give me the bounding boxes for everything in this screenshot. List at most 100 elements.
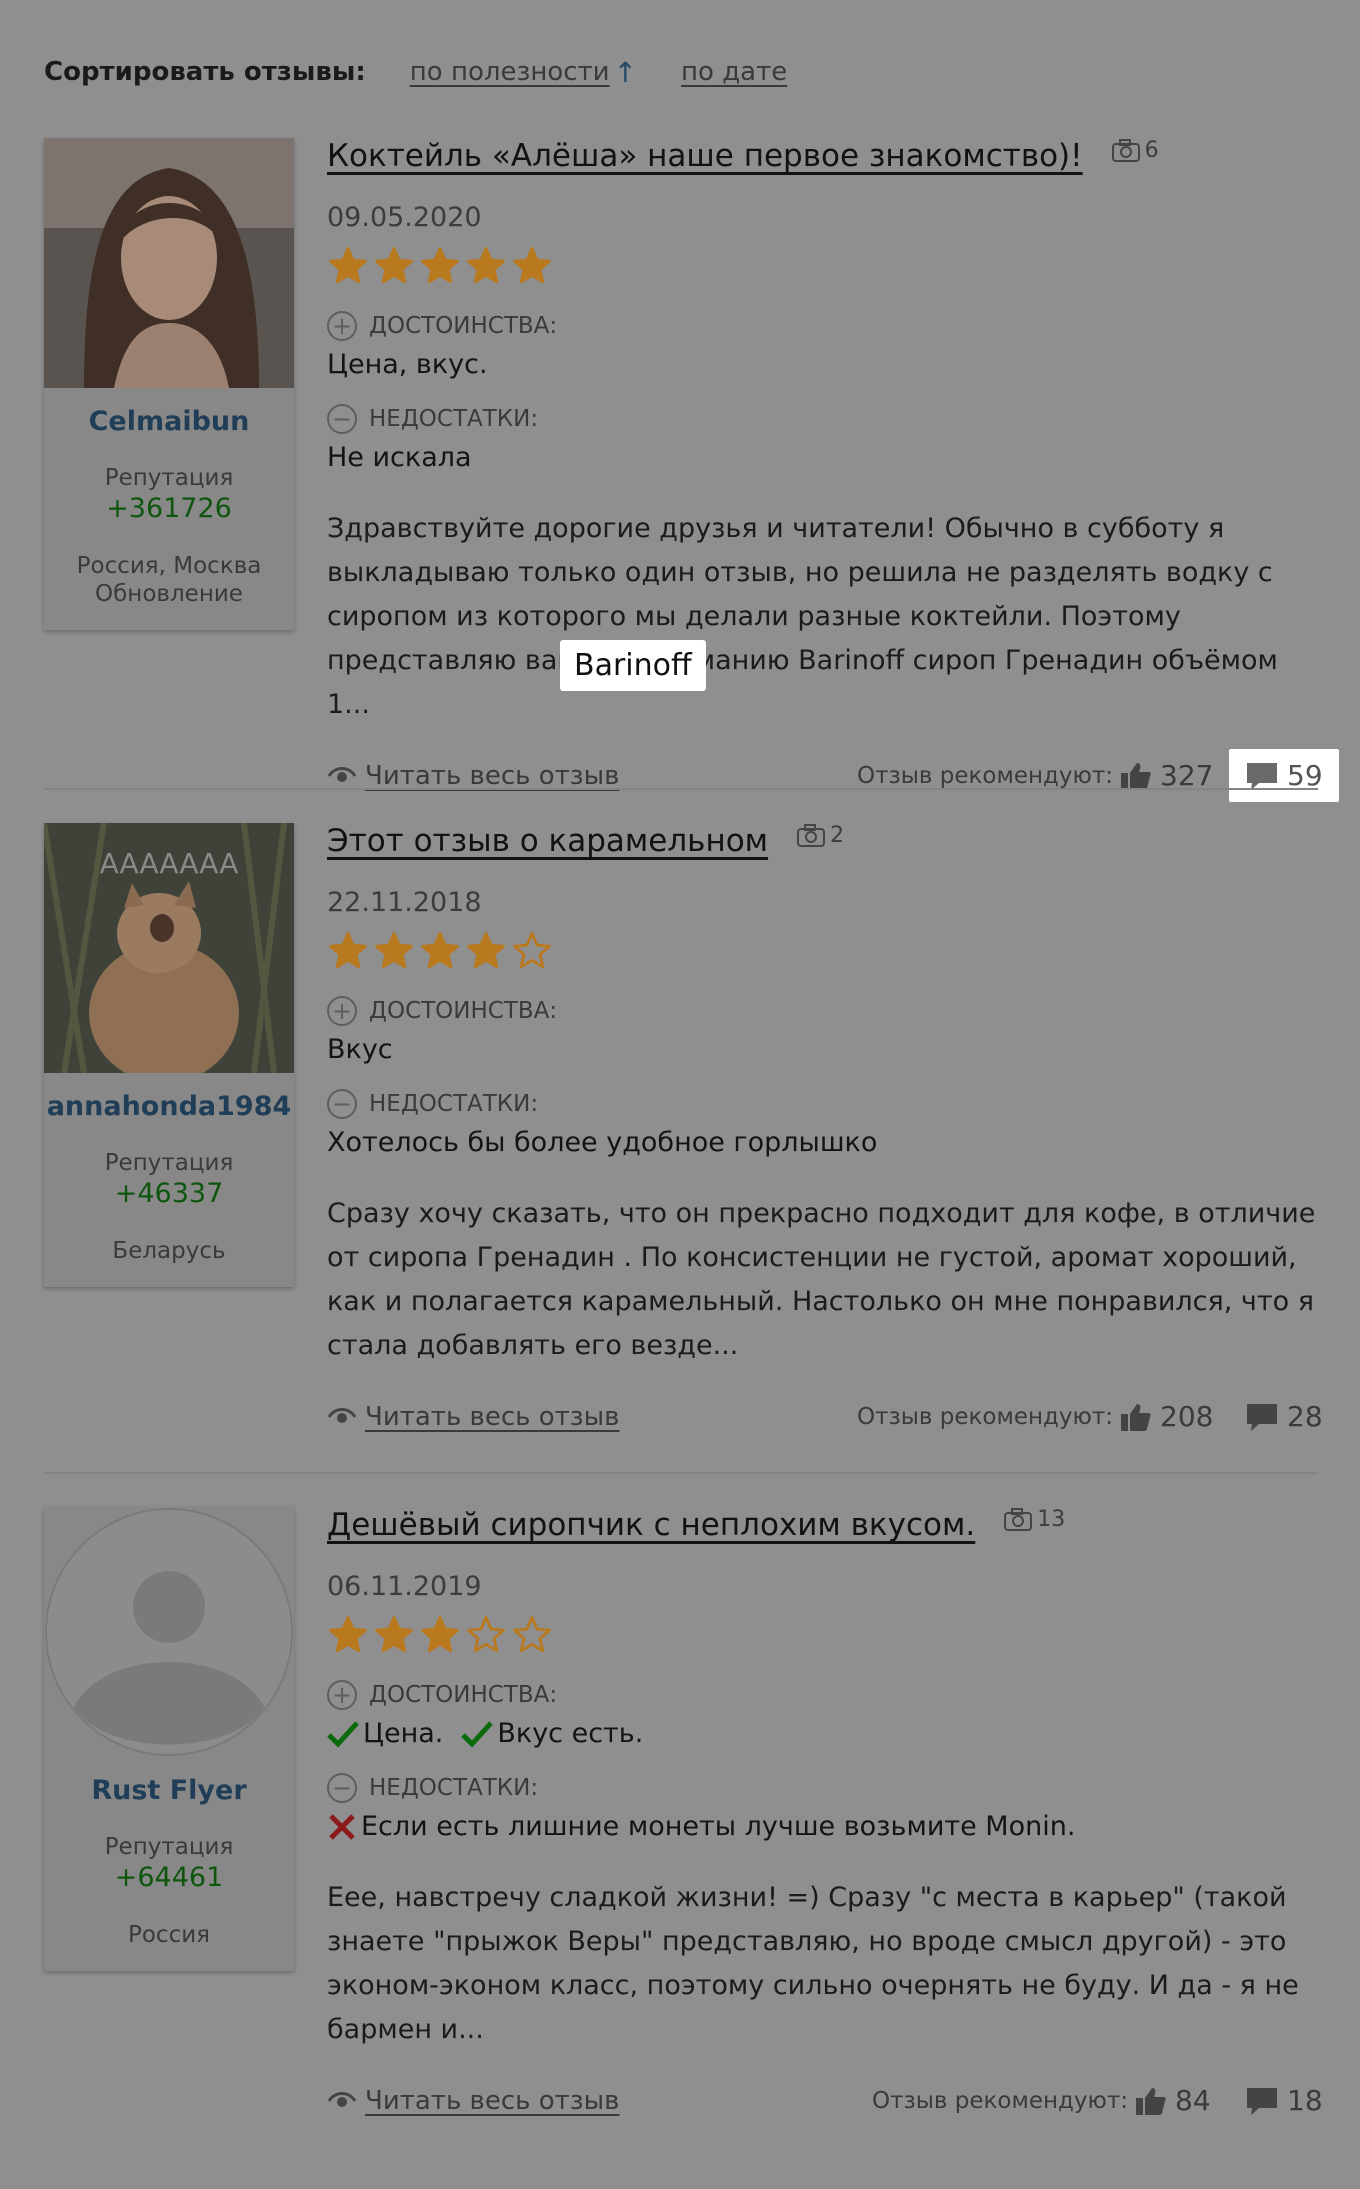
eye-icon bbox=[327, 2092, 357, 2107]
photo-count-value: 2 bbox=[830, 823, 845, 848]
thumbs-up-icon bbox=[1136, 2087, 1166, 2115]
star-empty-icon bbox=[513, 932, 551, 969]
review-title-link[interactable]: Этот отзыв о карамельном bbox=[327, 823, 768, 859]
reputation-value: +361726 bbox=[106, 493, 232, 524]
star-filled-icon bbox=[329, 932, 367, 969]
pros-header: + ДОСТОИНСТВА: bbox=[327, 996, 1317, 1026]
pros-label: ДОСТОИНСТВА: bbox=[369, 1682, 558, 1708]
cons-list: Если есть лишние монеты лучше возьмите M… bbox=[327, 1811, 1317, 1842]
review-title-link[interactable]: Коктейль «Алёша» наше первое знакомство)… bbox=[327, 138, 1083, 174]
star-filled-icon bbox=[421, 932, 459, 969]
read-more-label[interactable]: Читать весь отзыв bbox=[365, 1402, 619, 1432]
reputation-label: Репутация bbox=[104, 465, 234, 491]
review-excerpt: Здравствуйте дорогие друзья и читатели! … bbox=[327, 513, 1278, 720]
pros-text: Цена, вкус. bbox=[327, 349, 488, 380]
reputation-label: Репутация bbox=[104, 1150, 234, 1176]
user-name[interactable]: Rust Flyer bbox=[44, 1775, 294, 1806]
reputation-value: +64461 bbox=[114, 1862, 224, 1893]
eye-icon bbox=[327, 767, 357, 782]
review-date: 06.11.2019 bbox=[327, 1571, 482, 1602]
star-filled-icon bbox=[513, 247, 551, 284]
location-extra-text: Обновление bbox=[95, 581, 243, 607]
pros-item: Цена. bbox=[363, 1718, 444, 1749]
cons-text: Хотелось бы более удобное горлышко bbox=[327, 1127, 878, 1158]
read-more-label[interactable]: Читать весь отзыв bbox=[365, 2086, 619, 2116]
avatar[interactable] bbox=[44, 1507, 294, 1757]
pros-list: Цена. Вкус есть. bbox=[327, 1718, 1317, 1749]
user-location: Беларусь bbox=[44, 1237, 294, 1287]
location-text: Беларусь bbox=[112, 1238, 226, 1264]
location-text: Россия bbox=[127, 1922, 211, 1948]
read-more-link[interactable]: Читать весь отзыв bbox=[327, 1402, 619, 1432]
star-filled-icon bbox=[421, 247, 459, 284]
likes-button[interactable]: 208 bbox=[1120, 1400, 1213, 1433]
user-name[interactable]: annahonda1984 bbox=[44, 1091, 294, 1122]
photo-count-value: 6 bbox=[1144, 138, 1159, 163]
sort-by-usefulness-link[interactable]: по полезности bbox=[410, 57, 610, 87]
review-footer: Читать весь отзыв Отзыв рекомендуют: 208… bbox=[327, 1394, 1323, 1444]
star-empty-icon bbox=[513, 1616, 551, 1653]
user-card: AAAAAAA annahonda1984 Репутация +46337 Б… bbox=[44, 823, 294, 1287]
comment-icon bbox=[1247, 2087, 1277, 2115]
read-more-link[interactable]: Читать весь отзыв bbox=[327, 2086, 619, 2116]
photo-count: 2 bbox=[796, 823, 844, 848]
minus-circle-icon: − bbox=[327, 1089, 357, 1119]
minus-circle-icon: − bbox=[327, 404, 357, 434]
cons-label: НЕДОСТАТКИ: bbox=[369, 1091, 539, 1117]
pros-label: ДОСТОИНСТВА: bbox=[369, 998, 558, 1024]
photo-count-value: 13 bbox=[1037, 1507, 1066, 1532]
comments-button[interactable]: 59 bbox=[1229, 749, 1339, 802]
avatar[interactable]: AAAAAAA bbox=[44, 823, 294, 1073]
review-footer: Читать весь отзыв Отзыв рекомендуют: 84 … bbox=[327, 2078, 1323, 2128]
review-content: Этот отзыв о карамельном 2 22.11.2018 + … bbox=[327, 823, 1323, 1444]
location-text: Россия, Москва bbox=[76, 553, 262, 579]
review-card: Rust Flyer Репутация +64461 Россия Дешёв… bbox=[44, 1507, 1323, 2147]
review-divider bbox=[44, 1472, 1318, 1474]
read-more-label[interactable]: Читать весь отзыв bbox=[365, 761, 619, 791]
cons-text: Если есть лишние монеты лучше возьмите M… bbox=[361, 1811, 1076, 1842]
user-card: Celmaibun Репутация +361726 Россия, Моск… bbox=[44, 138, 294, 630]
reputation-value: +46337 bbox=[114, 1178, 224, 1209]
review-footer: Читать весь отзыв Отзыв рекомендуют: 327… bbox=[327, 749, 1339, 803]
pros-label: ДОСТОИНСТВА: bbox=[369, 313, 558, 339]
review-content: Коктейль «Алёша» наше первое знакомство)… bbox=[327, 138, 1339, 803]
cons-header: − НЕДОСТАТКИ: bbox=[327, 1773, 1317, 1803]
rating-stars bbox=[327, 245, 1317, 287]
review-date: 22.11.2018 bbox=[327, 887, 482, 918]
star-filled-icon bbox=[375, 1616, 413, 1653]
rating-stars bbox=[327, 1614, 1317, 1656]
svg-text:AAAAAAA: AAAAAAA bbox=[100, 847, 239, 880]
review-title-link[interactable]: Дешёвый сиропчик с неплохим вкусом. bbox=[327, 1507, 975, 1543]
eye-icon bbox=[327, 1408, 357, 1423]
pros-header: + ДОСТОИНСТВА: bbox=[327, 311, 1317, 341]
comment-icon bbox=[1247, 1403, 1277, 1431]
cons-label: НЕДОСТАТКИ: bbox=[369, 1775, 539, 1801]
star-filled-icon bbox=[329, 1616, 367, 1653]
recommend-label: Отзыв рекомендуют: bbox=[872, 2088, 1129, 2114]
cons-header: − НЕДОСТАТКИ: bbox=[327, 404, 1317, 434]
recommend-label: Отзыв рекомендуют: bbox=[857, 1404, 1114, 1430]
thumbs-up-icon bbox=[1121, 1403, 1151, 1431]
review-content: Дешёвый сиропчик с неплохим вкусом. 13 0… bbox=[327, 1507, 1323, 2128]
recommend-label: Отзыв рекомендуют: bbox=[857, 763, 1114, 789]
star-filled-icon bbox=[467, 247, 505, 284]
tooltip: Barinoff bbox=[560, 640, 706, 691]
sort-by-date-link[interactable]: по дате bbox=[681, 57, 787, 87]
pros-item: Вкус есть. bbox=[497, 1718, 644, 1749]
comment-icon bbox=[1247, 762, 1277, 790]
comments-button[interactable]: 18 bbox=[1245, 2084, 1323, 2117]
star-filled-icon bbox=[375, 247, 413, 284]
review-excerpt: Сразу хочу сказать, что он прекрасно под… bbox=[327, 1198, 1316, 1361]
star-filled-icon bbox=[421, 1616, 459, 1653]
star-filled-icon bbox=[329, 247, 367, 284]
review-date: 09.05.2020 bbox=[327, 202, 482, 233]
likes-count: 84 bbox=[1175, 2084, 1211, 2117]
star-empty-icon bbox=[467, 1616, 505, 1653]
comments-button[interactable]: 28 bbox=[1245, 1400, 1323, 1433]
likes-button[interactable]: 84 bbox=[1135, 2084, 1211, 2117]
user-name[interactable]: Celmaibun bbox=[44, 406, 294, 437]
review-divider bbox=[44, 788, 1318, 790]
avatar[interactable] bbox=[44, 138, 294, 388]
read-more-link[interactable]: Читать весь отзыв bbox=[327, 761, 619, 791]
rating-stars bbox=[327, 930, 1317, 972]
